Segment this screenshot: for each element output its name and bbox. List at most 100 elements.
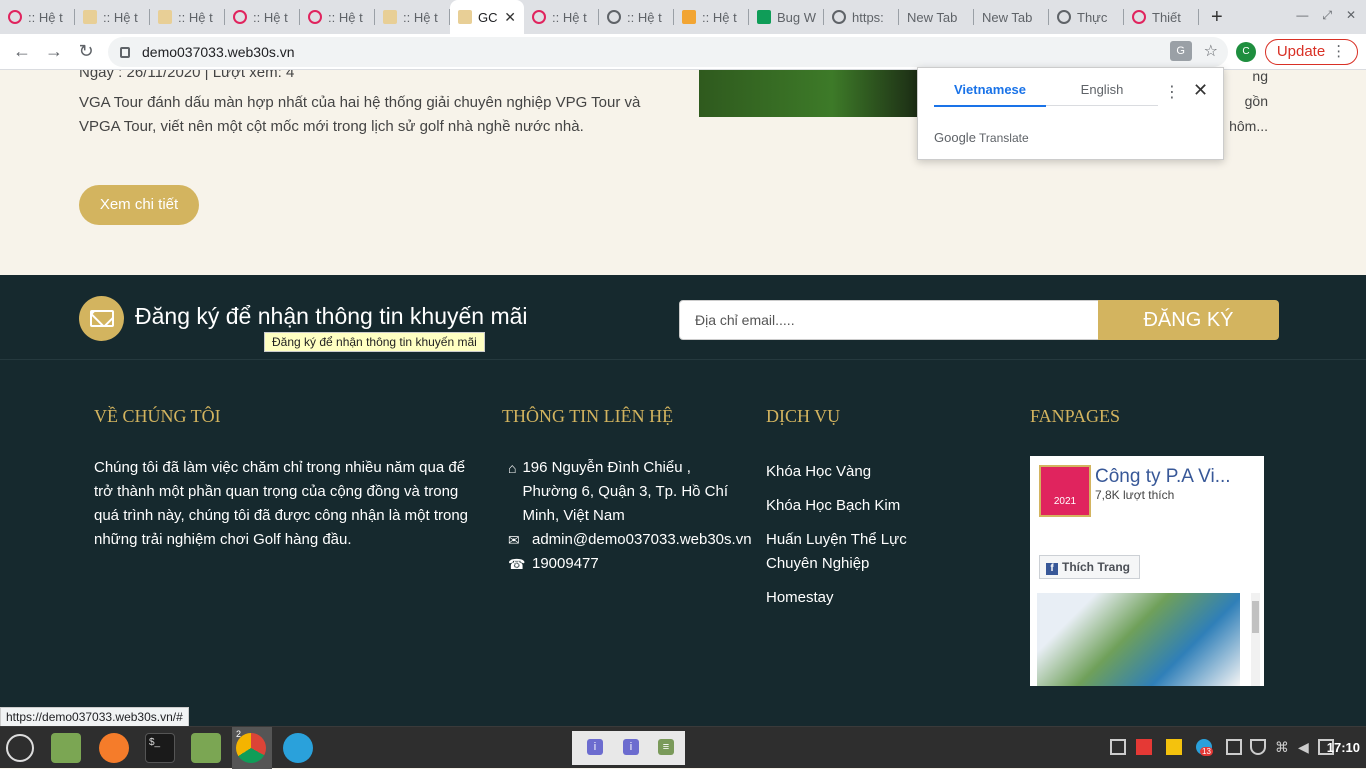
address-bar[interactable]: demo037033.web30s.vn G ☆ bbox=[108, 37, 1228, 67]
contact-phone[interactable]: ☎ 19009477 bbox=[508, 552, 599, 576]
tab-label: Bug W bbox=[777, 9, 817, 25]
tab-9[interactable]: :: Hệ t bbox=[599, 0, 674, 34]
contact-email[interactable]: ✉ admin@demo037033.web30s.vn bbox=[508, 528, 752, 552]
reload-icon[interactable]: ↻ bbox=[70, 41, 102, 62]
terminal-icon[interactable]: $_ bbox=[145, 733, 175, 763]
tab-4[interactable]: :: Hệ t bbox=[225, 0, 300, 34]
lock-icon[interactable] bbox=[120, 46, 130, 58]
service-link[interactable]: Homestay bbox=[766, 586, 986, 610]
tab-15[interactable]: Thực bbox=[1049, 0, 1124, 34]
gold-logo-icon bbox=[158, 10, 172, 24]
gold-logo-icon bbox=[383, 10, 397, 24]
tab-label: :: Hệ t bbox=[552, 9, 587, 25]
subscribe-button[interactable]: ĐĂNG KÝ bbox=[1098, 300, 1279, 340]
profile-avatar[interactable]: C bbox=[1236, 42, 1256, 62]
facebook-page-widget: 2021 Công ty P.A Vi... 7,8K lượt thích f… bbox=[1030, 456, 1264, 686]
page-cover-image[interactable] bbox=[1037, 593, 1240, 686]
page-likes: 7,8K lượt thích bbox=[1095, 488, 1175, 502]
view-details-button[interactable]: Xem chi tiết bbox=[79, 185, 199, 225]
folder-icon[interactable] bbox=[191, 733, 221, 763]
page-name[interactable]: Công ty P.A Vi... bbox=[1095, 466, 1231, 488]
tab-label: Thực bbox=[1077, 9, 1108, 25]
tab-8[interactable]: :: Hệ t bbox=[524, 0, 599, 34]
clipboard-icon[interactable] bbox=[1226, 739, 1242, 755]
tray-app-icon[interactable] bbox=[1166, 739, 1182, 755]
tab-13[interactable]: New Tab bbox=[899, 0, 974, 34]
email-field[interactable]: Địa chỉ email..... bbox=[679, 300, 1099, 340]
sheet-icon[interactable]: ≡ bbox=[658, 739, 674, 755]
tab-10[interactable]: :: Hệ t bbox=[674, 0, 749, 34]
minimize-icon[interactable]: — bbox=[1296, 8, 1308, 23]
news-excerpt: VGA Tour đánh dấu màn hợp nhất của hai h… bbox=[79, 94, 641, 135]
browser-tab-bar: :: Hệ t :: Hệ t :: Hệ t :: Hệ t :: Hệ t … bbox=[0, 0, 1366, 34]
contact-address: ⌂ 196 Nguyễn Đình Chiểu , Phường 6, Quận… bbox=[508, 456, 738, 528]
tab-11[interactable]: Bug W bbox=[749, 0, 824, 34]
tab-label: New Tab bbox=[907, 9, 958, 25]
info-icon[interactable]: i bbox=[623, 739, 639, 755]
site-footer: VỀ CHÚNG TÔI Chúng tôi đã làm việc chăm … bbox=[0, 360, 1366, 726]
volume-icon[interactable]: ◀ bbox=[1298, 739, 1314, 755]
fanpages-title: FANPAGES bbox=[1030, 406, 1121, 426]
os-taskbar: $_ 2 i i ≡ 13 ⌘ ◀ 17:10 bbox=[0, 726, 1366, 769]
tab-14[interactable]: New Tab bbox=[974, 0, 1049, 34]
tab-2[interactable]: :: Hệ t bbox=[75, 0, 150, 34]
tab-3[interactable]: :: Hệ t bbox=[150, 0, 225, 34]
tab-label: GC bbox=[478, 9, 498, 25]
files-icon[interactable] bbox=[51, 733, 81, 763]
restore-icon[interactable]: ⤢ bbox=[1322, 8, 1332, 23]
menu-icon[interactable] bbox=[6, 734, 34, 762]
service-link[interactable]: Khóa Học Vàng bbox=[766, 460, 986, 484]
tab-5[interactable]: :: Hệ t bbox=[300, 0, 375, 34]
news-right-excerpt: ng gồn hôm... bbox=[1228, 70, 1268, 139]
orange-logo-icon bbox=[682, 10, 696, 24]
close-icon[interactable]: ✕ bbox=[1193, 80, 1208, 101]
anydesk-icon[interactable] bbox=[1136, 739, 1152, 755]
menu-dots-icon: ⋮ bbox=[1331, 43, 1347, 60]
update-label: Update bbox=[1276, 43, 1326, 60]
tab-label: :: Hệ t bbox=[28, 9, 63, 25]
tab-12[interactable]: https: bbox=[824, 0, 899, 34]
tab-label: :: Hệ t bbox=[627, 9, 662, 25]
news-right-line: ng gồn bbox=[1244, 70, 1268, 109]
bookmark-star-icon[interactable]: ☆ bbox=[1204, 41, 1218, 61]
shield-icon[interactable] bbox=[1250, 739, 1266, 755]
new-tab-button[interactable]: + bbox=[1199, 0, 1235, 34]
newsletter-bar: Đăng ký để nhận thông tin khuyến mãi Địa… bbox=[0, 275, 1366, 360]
tab-6[interactable]: :: Hệ t bbox=[375, 0, 450, 34]
lang-english-tab[interactable]: English bbox=[1046, 82, 1158, 106]
like-page-button[interactable]: f Thích Trang bbox=[1039, 555, 1140, 579]
page-logo[interactable]: 2021 bbox=[1039, 465, 1091, 517]
keyboard-icon[interactable] bbox=[1110, 739, 1126, 755]
phone-text: 19009477 bbox=[532, 555, 599, 572]
omnibox-actions: G ☆ bbox=[1169, 41, 1218, 61]
newsletter-title: Đăng ký để nhận thông tin khuyến mãi bbox=[135, 303, 528, 329]
tab-16[interactable]: Thiết bbox=[1124, 0, 1199, 34]
network-icon[interactable]: ⌘ bbox=[1275, 739, 1291, 755]
service-link[interactable]: Khóa Học Bạch Kim bbox=[766, 494, 986, 518]
close-tab-icon[interactable]: ✕ bbox=[504, 9, 516, 26]
update-button[interactable]: Update ⋮ bbox=[1265, 39, 1358, 65]
forward-icon[interactable]: → bbox=[38, 41, 70, 62]
tab-active[interactable]: GC ✕ bbox=[450, 0, 524, 34]
firefox-icon[interactable] bbox=[99, 733, 129, 763]
brand-translate: Translate bbox=[979, 131, 1029, 145]
globe-icon bbox=[1057, 10, 1071, 24]
more-options-icon[interactable]: ⋮ bbox=[1164, 82, 1180, 102]
lang-vietnamese-tab[interactable]: Vietnamese bbox=[934, 82, 1046, 107]
telegram-icon[interactable] bbox=[283, 733, 313, 763]
status-bar-url: https://demo037033.web30s.vn/# bbox=[0, 707, 189, 727]
about-title: VỀ CHÚNG TÔI bbox=[94, 406, 221, 426]
chrome-window-count: 2 bbox=[236, 729, 242, 739]
info-icon[interactable]: i bbox=[587, 739, 603, 755]
contact-title: THÔNG TIN LIÊN HỆ bbox=[502, 406, 674, 426]
phone-icon: ☎ bbox=[508, 556, 526, 572]
close-window-icon[interactable]: ✕ bbox=[1346, 8, 1356, 23]
translate-icon[interactable]: G bbox=[1169, 41, 1192, 61]
service-link[interactable]: Huấn Luyện Thể Lực Chuyên Nghiệp bbox=[766, 528, 956, 576]
tab-1[interactable]: :: Hệ t bbox=[0, 0, 75, 34]
news-image[interactable] bbox=[699, 70, 921, 117]
services-title: DỊCH VỤ bbox=[766, 406, 841, 426]
clock[interactable]: 17:10 bbox=[1327, 740, 1360, 755]
widget-scrollbar[interactable] bbox=[1251, 593, 1260, 686]
back-icon[interactable]: ← bbox=[6, 41, 38, 62]
